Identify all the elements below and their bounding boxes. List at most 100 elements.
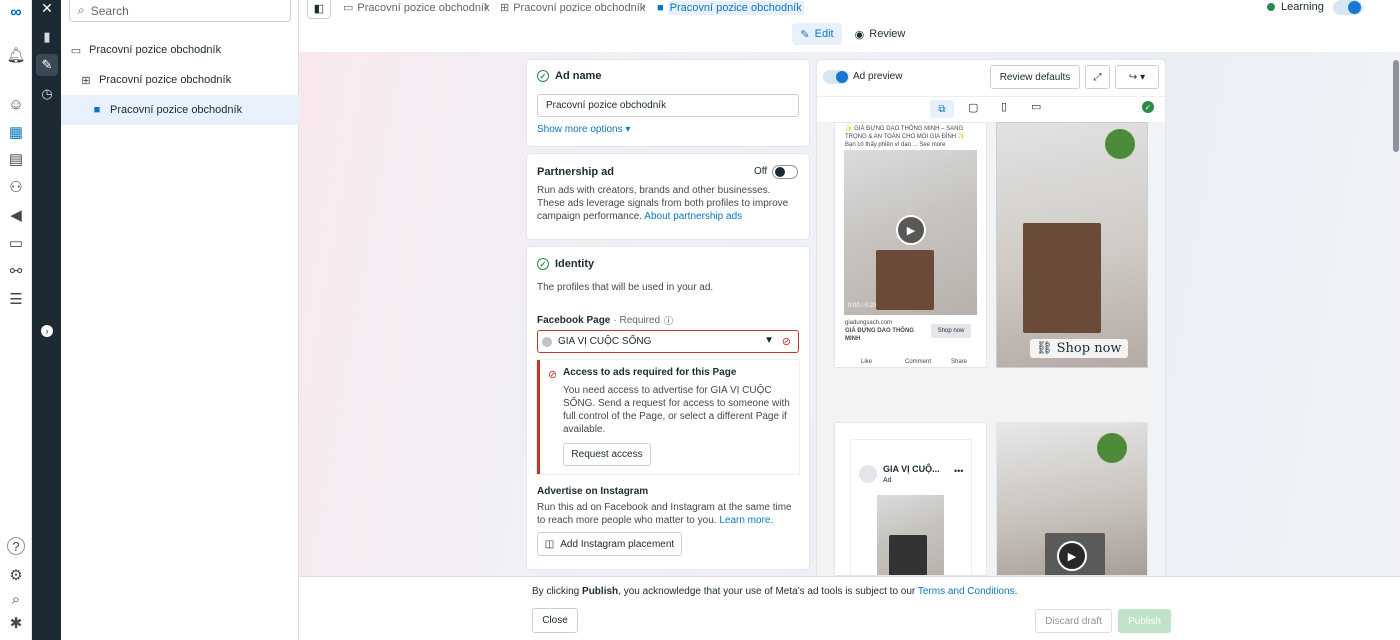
global-nav-rail: ∞ 🔔︎ ☺ ▦ ▤ ⚇ ◀ ▭ ⚯ ☰ ? ⚙ ⌕ ✱ (0, 0, 32, 640)
publish-footer: By clicking Publish , you acknowledge tha… (299, 576, 1400, 640)
story-image: ⛓ Shop now (997, 123, 1147, 367)
table-icon[interactable]: ▦ (4, 120, 28, 144)
horizontal-icon[interactable]: ▭ (1031, 100, 1041, 113)
ad-name-input[interactable]: Pracovní pozice obchodník (537, 94, 799, 117)
panel-toggle-button[interactable]: ◧ (307, 0, 331, 19)
disclaimer-prefix: By clicking (532, 586, 580, 597)
tree-item-adset[interactable]: ⊞ Pracovní pozice obchodník (61, 65, 299, 95)
search-input[interactable]: ⌕ Search (69, 0, 291, 22)
manager-nav-rail: ✕ ▮ ✎ ◷ › (32, 0, 61, 640)
preview-grid: ✨ GIÁ ĐỰNG DAO THÔNG MINH – SANG TRỌNG &… (817, 122, 1165, 576)
breadcrumb-label: Pracovní pozice obchodník (357, 1, 490, 14)
error-text: You need access to advertise for GIA VỊ … (563, 385, 790, 435)
show-more-options-link[interactable]: Show more options ▾ (537, 124, 630, 135)
clock-icon[interactable]: ◷ (36, 83, 58, 105)
grid-icon: ⊞ (81, 74, 91, 87)
gear-icon[interactable]: ⚙ (4, 563, 28, 587)
search-placeholder: Search (90, 3, 129, 18)
ad-preview-toggle[interactable] (823, 70, 849, 84)
disclaimer-end: . (1014, 586, 1018, 597)
partnership-description: Run ads with creators, brands and other … (537, 184, 799, 223)
request-access-button[interactable]: Request access (563, 443, 651, 466)
play-icon[interactable]: ▶ (896, 215, 926, 245)
facebook-page-select[interactable]: GIA VỊ CUỘC SỐNG ▼ ⊘ (537, 330, 799, 353)
caret-down-icon: ▼ (764, 335, 774, 346)
identity-subtitle: The profiles that will be used in your a… (537, 282, 714, 293)
card-icon[interactable]: ▭ (4, 231, 28, 255)
pencil-icon[interactable]: ✎ (36, 54, 58, 76)
partnership-toggle[interactable] (772, 165, 798, 179)
identity-heading: ✓ Identity (537, 258, 594, 270)
facebook-page-value: GIA VỊ CUỘC SỐNG (558, 336, 652, 347)
partnership-ad-card: Partnership ad Off Run ads with creators… (527, 154, 809, 239)
about-partnership-link[interactable]: About partnership ads (644, 211, 742, 222)
check-circle-icon: ✓ (537, 258, 549, 270)
video-time: 0:00 / 0:20 (848, 303, 877, 309)
reels-image: ▶ (997, 423, 1147, 575)
tab-edit[interactable]: ✎ Edit (792, 23, 842, 45)
search-icon[interactable]: ⌕ (4, 587, 28, 611)
shop-now-button[interactable]: Shop now (931, 324, 971, 338)
bell-icon[interactable]: 🔔︎ (4, 43, 28, 67)
tree-item-label: Pracovní pozice obchodník (99, 74, 232, 86)
scrollbar-thumb[interactable] (1393, 60, 1399, 152)
megaphone-icon[interactable]: ◀ (4, 203, 28, 227)
fb-label: Facebook Page (537, 315, 611, 326)
add-instagram-placement-button[interactable]: ◫ Add Instagram placement (537, 532, 682, 556)
publish-button[interactable]: Publish (1118, 609, 1171, 633)
vertical-story-icon[interactable]: ▯ (1001, 100, 1007, 113)
video-thumbnail: ▶ 0:00 / 0:20 (844, 150, 977, 315)
ad-name-value: Pracovní pozice obchodník (546, 100, 667, 111)
ad-name-card: ✓ Ad name Pracovní pozice obchodník Show… (527, 60, 809, 146)
tab-label: Edit (814, 28, 834, 40)
tab-label: Review (869, 28, 906, 40)
tree-item-campaign[interactable]: ▭ Pracovní pozice obchodník (61, 35, 299, 65)
knife-block-image (1023, 223, 1101, 333)
share-preview-button[interactable]: ↪ ▾ (1115, 65, 1159, 89)
menu-icon[interactable]: ☰ (4, 287, 28, 311)
ig-page-name: GIA VỊ CUỘ... (883, 464, 940, 474)
caret-down-icon: ▾ (625, 124, 631, 135)
bug-icon[interactable]: ✱ (4, 611, 28, 635)
comment-action[interactable]: Comment (905, 358, 931, 366)
close-button[interactable]: Close (532, 608, 578, 633)
square-feed-icon[interactable]: ▢ (968, 101, 978, 114)
shop-now-sticker[interactable]: ⛓ Shop now (1030, 339, 1128, 358)
tree-item-label: Pracovní pozice obchodník (89, 44, 222, 56)
close-icon[interactable]: ✕ (36, 0, 58, 19)
review-defaults-button[interactable]: Review defaults (990, 65, 1080, 89)
more-options-icon[interactable]: ••• (954, 466, 963, 476)
publish-disclaimer: By clicking Publish, you acknowledge tha… (532, 586, 1017, 597)
expand-icon[interactable]: › (36, 320, 58, 342)
play-icon[interactable]: ▶ (1057, 541, 1087, 571)
learn-more-link[interactable]: Learn more. (719, 515, 773, 526)
terms-link[interactable]: Terms and Conditions (918, 586, 1015, 597)
search-icon: ⌕ (78, 3, 85, 17)
breadcrumb-ad[interactable]: ■ Pracovní pozice obchodník (657, 1, 804, 15)
help-icon[interactable]: ? (7, 537, 25, 555)
disclaimer-middle: , you acknowledge that your use of Meta'… (618, 586, 916, 597)
meta-logo[interactable]: ∞ (4, 1, 28, 25)
knife-block-image (889, 535, 927, 575)
add-instagram-label: Add Instagram placement (560, 538, 675, 550)
share-action[interactable]: Share (951, 358, 967, 366)
discard-draft-button[interactable]: Discard draft (1035, 609, 1112, 633)
people-icon[interactable]: ⚇ (4, 175, 28, 199)
main-scrollbar[interactable] (1392, 52, 1400, 576)
ad-on-off-toggle[interactable] (1333, 0, 1363, 15)
catalog-icon[interactable]: ▤ (4, 147, 28, 171)
all-placements-icon[interactable]: ⧉ (930, 100, 954, 118)
network-icon[interactable]: ⚯ (4, 259, 28, 283)
error-title: Access to ads required for this Page (563, 367, 737, 378)
campaign-tree-panel: ⌕ Search ▭ Pracovní pozice obchodník ⊞ P… (61, 0, 299, 640)
chart-icon[interactable]: ▮ (36, 26, 58, 48)
smiley-icon[interactable]: ☺ (4, 92, 28, 116)
knife-block-image (876, 250, 934, 310)
like-action[interactable]: Like (861, 358, 872, 366)
breadcrumb-adset[interactable]: ⊞ Pracovní pozice obchodník (500, 1, 645, 15)
breadcrumb-campaign[interactable]: ▭ Pracovní pozice obchodník (343, 1, 490, 15)
ad-name-heading: ✓ Ad name (537, 70, 601, 82)
expand-preview-button[interactable]: ⤢ (1085, 65, 1110, 89)
tree-item-ad[interactable]: ■ Pracovní pozice obchodník (61, 95, 299, 125)
tab-review[interactable]: ◉ Review (852, 23, 908, 45)
